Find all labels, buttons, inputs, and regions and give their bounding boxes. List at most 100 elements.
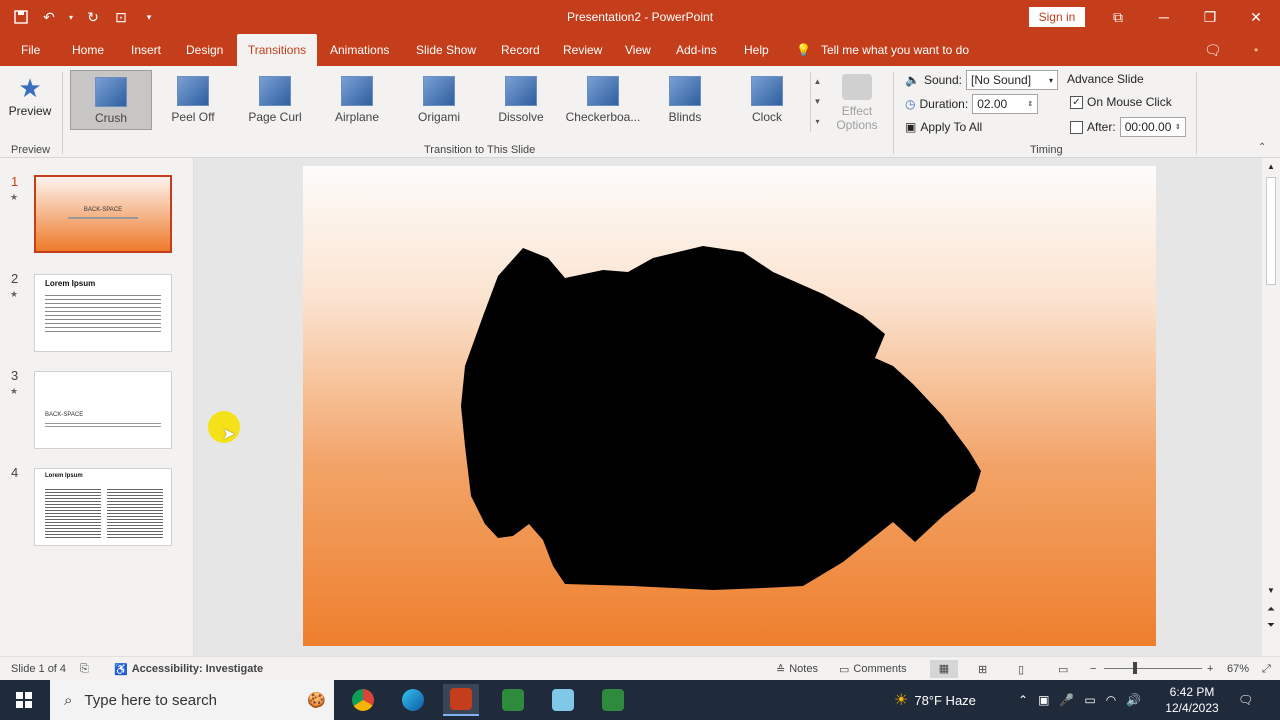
transition-label: Page Curl	[248, 110, 302, 124]
chevron-up-icon[interactable]: ⌃	[1018, 693, 1028, 707]
slide-thumb-title: Lorem Ipsum	[45, 279, 96, 288]
accessibility-icon: ♿	[114, 664, 128, 676]
gallery-more-icon[interactable]: ▾	[811, 112, 824, 132]
fit-slide-icon[interactable]: ⤢	[1262, 663, 1271, 676]
scroll-up-icon[interactable]: ▲	[1262, 162, 1280, 171]
gallery-scroll: ▲ ▼ ▾	[810, 72, 824, 132]
transition-page-curl[interactable]: Page Curl	[234, 70, 316, 130]
slide-thumb-body	[45, 421, 161, 429]
speaker-icon: 🔈	[905, 73, 920, 87]
mouse-pointer-icon: ➤	[222, 426, 236, 443]
sign-in-button[interactable]: Sign in	[1029, 7, 1085, 27]
tab-record[interactable]: Record	[497, 34, 544, 66]
windows-start-icon[interactable]	[6, 684, 42, 716]
taskbar-search[interactable]: ⌕ Type here to search 🍪	[50, 680, 334, 720]
zoom-level[interactable]: 67%	[1227, 663, 1249, 675]
edge-app-icon[interactable]	[395, 684, 431, 716]
reading-view-icon[interactable]: ▯	[1018, 663, 1024, 676]
on-mouse-click-option[interactable]: ✓ On Mouse Click	[1070, 95, 1172, 109]
transition-checkerboard[interactable]: Checkerboa...	[562, 70, 644, 130]
on-mouse-click-checkbox[interactable]: ✓	[1070, 95, 1083, 109]
tell-me-search[interactable]: 💡 Tell me what you want to do	[796, 34, 969, 66]
tab-transitions[interactable]: Transitions	[237, 34, 317, 66]
camtasia-recorder-icon[interactable]	[595, 684, 631, 716]
slide-thumbnail-4[interactable]: Lorem Ipsum	[34, 468, 172, 546]
sound-value: [No Sound]	[971, 73, 1032, 87]
spelling-icon[interactable]: ⎘	[80, 663, 89, 676]
tab-home[interactable]: Home	[68, 34, 108, 66]
tab-design[interactable]: Design	[182, 34, 227, 66]
after-input[interactable]: 00:00.00 ⇕	[1119, 117, 1186, 137]
transition-clock[interactable]: Clock	[726, 70, 808, 130]
chrome-app-icon[interactable]	[345, 684, 381, 716]
comments-button[interactable]: ▭ Comments	[839, 663, 907, 676]
wifi-icon[interactable]: ◠	[1106, 693, 1116, 707]
notification-icon[interactable]: 🗨	[1238, 680, 1253, 720]
device-icon[interactable]: ▣	[1038, 693, 1049, 707]
slideshow-view-icon[interactable]: ▭	[1058, 663, 1068, 676]
camtasia-app-icon[interactable]	[495, 684, 531, 716]
page-curl-icon	[259, 76, 291, 106]
sound-row: 🔈 Sound: [No Sound] ▾	[905, 70, 1058, 90]
tab-add-ins[interactable]: Add-ins	[672, 34, 721, 66]
on-mouse-click-label: On Mouse Click	[1087, 95, 1172, 109]
slide-thumb-title: BACK-SPACE	[45, 412, 84, 418]
collapse-ribbon-icon[interactable]: ⌃	[1258, 142, 1266, 153]
effect-options-button[interactable]: Effect Options	[830, 72, 884, 136]
preview-button[interactable]: ★ Preview	[8, 72, 52, 132]
tab-help[interactable]: Help	[740, 34, 773, 66]
transition-dissolve[interactable]: Dissolve	[480, 70, 562, 130]
next-slide-icon[interactable]: ⏷	[1262, 620, 1280, 631]
transition-peel-off[interactable]: Peel Off	[152, 70, 234, 130]
zoom-slider[interactable]	[1104, 668, 1202, 669]
gallery-down-icon[interactable]: ▼	[811, 92, 824, 112]
volume-icon[interactable]: 🔊	[1126, 693, 1141, 707]
sound-dropdown[interactable]: [No Sound] ▾	[966, 70, 1058, 90]
transition-label: Blinds	[668, 110, 702, 124]
slide-thumbnail-2[interactable]: Lorem Ipsum	[34, 274, 172, 352]
powerpoint-app-icon[interactable]	[443, 684, 479, 716]
close-icon[interactable]: ✕	[1233, 0, 1279, 34]
comments-icon[interactable]: 🗨	[1200, 34, 1226, 66]
accessibility-button[interactable]: ♿ Accessibility: Investigate	[114, 663, 263, 676]
transition-origami[interactable]: Origami	[398, 70, 480, 130]
apply-to-all-button[interactable]: ▣ Apply To All	[905, 120, 982, 134]
slide-thumb-body	[45, 292, 161, 334]
transition-blinds[interactable]: Blinds	[644, 70, 726, 130]
after-checkbox[interactable]	[1070, 120, 1083, 134]
restore-icon[interactable]: ❐	[1187, 0, 1233, 34]
scroll-thumb[interactable]	[1266, 177, 1276, 285]
zoom-out-icon[interactable]: −	[1090, 663, 1096, 675]
tab-view[interactable]: View	[621, 34, 655, 66]
transition-star-icon: ★	[10, 289, 19, 299]
slide-sorter-icon[interactable]: ⊞	[978, 663, 987, 676]
slide-thumbnail-3[interactable]: BACK-SPACE	[34, 371, 172, 449]
notes-button[interactable]: ≙ Notes	[776, 663, 818, 676]
slide-canvas[interactable]	[303, 166, 1156, 646]
duration-input[interactable]: 02.00 ⇕	[972, 94, 1039, 114]
share-icon[interactable]: •	[1250, 34, 1262, 66]
zoom-in-icon[interactable]: +	[1207, 663, 1213, 675]
transition-crush[interactable]: Crush	[70, 70, 152, 130]
clock[interactable]: 6:42 PM 12/4/2023	[1162, 684, 1222, 716]
gallery-up-icon[interactable]: ▲	[811, 72, 824, 92]
ribbon-display-icon[interactable]: ⧉	[1095, 0, 1141, 34]
vertical-scrollbar[interactable]: ▲ ▼ ⏶ ⏷	[1262, 158, 1280, 656]
battery-icon[interactable]: ▭	[1084, 693, 1095, 707]
microphone-icon[interactable]: 🎤	[1059, 693, 1074, 707]
tab-file[interactable]: File	[17, 34, 44, 66]
spinner-icon: ⇕	[1174, 124, 1181, 131]
notes-app-icon[interactable]	[545, 684, 581, 716]
tab-slide-show[interactable]: Slide Show	[412, 34, 480, 66]
tab-review[interactable]: Review	[559, 34, 606, 66]
tab-insert[interactable]: Insert	[127, 34, 165, 66]
transition-airplane[interactable]: Airplane	[316, 70, 398, 130]
previous-slide-icon[interactable]: ⏶	[1262, 604, 1280, 615]
tab-animations[interactable]: Animations	[326, 34, 393, 66]
scroll-down-icon[interactable]: ▼	[1262, 586, 1280, 595]
minimize-icon[interactable]: ─	[1141, 0, 1187, 34]
zoom-slider-thumb[interactable]	[1133, 662, 1137, 674]
normal-view-icon[interactable]: ▦	[930, 660, 958, 678]
weather-widget[interactable]: ☀ 78°F Haze	[894, 680, 976, 720]
slide-thumbnail-1[interactable]: BACK-SPACE	[34, 175, 172, 253]
